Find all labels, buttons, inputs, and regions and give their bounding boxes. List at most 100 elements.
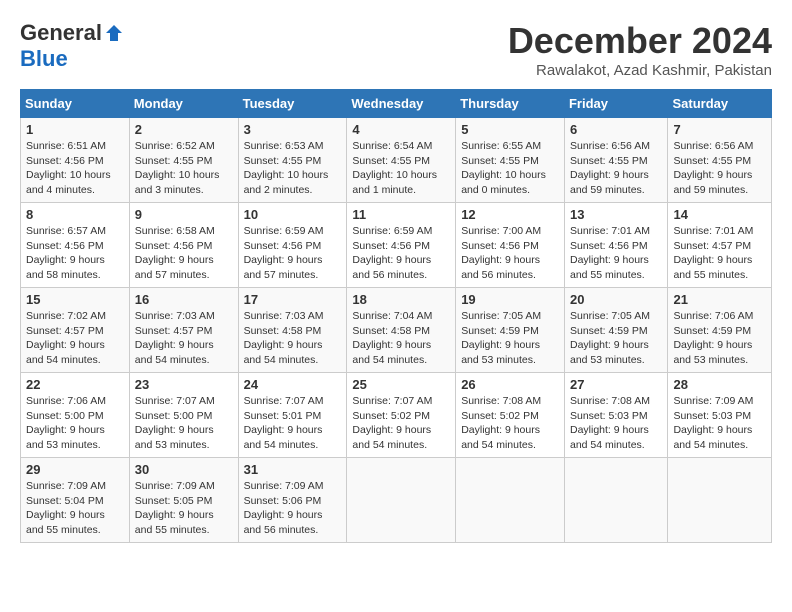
calendar-cell: 12 Sunrise: 7:00 AMSunset: 4:56 PMDayligh…: [456, 203, 565, 288]
day-info: Sunrise: 7:07 AMSunset: 5:02 PMDaylight:…: [352, 394, 450, 453]
calendar-cell: 15Sunrise: 7:02 AMSunset: 4:57 PMDayligh…: [21, 288, 130, 373]
day-number: 21: [673, 292, 766, 307]
calendar-cell: 13 Sunrise: 7:01 AMSunset: 4:56 PMDayligh…: [564, 203, 667, 288]
calendar-cell: 10Sunrise: 6:59 AMSunset: 4:56 PMDayligh…: [238, 203, 347, 288]
logo: General Blue: [20, 20, 124, 72]
calendar-cell: 25 Sunrise: 7:07 AMSunset: 5:02 PMDayligh…: [347, 373, 456, 458]
day-info: Sunrise: 6:57 AMSunset: 4:56 PMDaylight:…: [26, 224, 124, 283]
day-info: Sunrise: 6:53 AMSunset: 4:55 PMDaylight:…: [244, 139, 342, 198]
day-number: 7: [673, 122, 766, 137]
calendar-cell: 9 Sunrise: 6:58 AMSunset: 4:56 PMDaylight…: [129, 203, 238, 288]
calendar-cell: [668, 458, 772, 543]
calendar-week-row: 22 Sunrise: 7:06 AMSunset: 5:00 PMDayligh…: [21, 373, 772, 458]
day-number: 1: [26, 122, 124, 137]
calendar-table: SundayMondayTuesdayWednesdayThursdayFrid…: [20, 89, 772, 543]
calendar-cell: 24 Sunrise: 7:07 AMSunset: 5:01 PMDayligh…: [238, 373, 347, 458]
title-block: December 2024 Rawalakot, Azad Kashmir, P…: [508, 20, 772, 79]
calendar-cell: 29 Sunrise: 7:09 AMSunset: 5:04 PMDayligh…: [21, 458, 130, 543]
day-number: 22: [26, 377, 124, 392]
weekday-header: Saturday: [668, 90, 772, 118]
day-number: 28: [673, 377, 766, 392]
day-info: Sunrise: 7:06 AMSunset: 4:59 PMDaylight:…: [673, 309, 766, 368]
calendar-week-row: 29 Sunrise: 7:09 AMSunset: 5:04 PMDayligh…: [21, 458, 772, 543]
day-info: Sunrise: 7:09 AMSunset: 5:06 PMDaylight:…: [244, 479, 342, 538]
day-number: 2: [135, 122, 233, 137]
page-header: General Blue December 2024 Rawalakot, Az…: [20, 20, 772, 79]
day-info: Sunrise: 6:55 AMSunset: 4:55 PMDaylight:…: [461, 139, 559, 198]
day-number: 8: [26, 207, 124, 222]
day-info: Sunrise: 7:08 AMSunset: 5:02 PMDaylight:…: [461, 394, 559, 453]
day-info: Sunrise: 7:04 AMSunset: 4:58 PMDaylight:…: [352, 309, 450, 368]
day-number: 17: [244, 292, 342, 307]
day-number: 18: [352, 292, 450, 307]
day-info: Sunrise: 6:56 AMSunset: 4:55 PMDaylight:…: [570, 139, 662, 198]
logo-blue: Blue: [20, 46, 68, 72]
day-info: Sunrise: 6:51 AMSunset: 4:56 PMDaylight:…: [26, 139, 124, 198]
weekday-header: Friday: [564, 90, 667, 118]
calendar-cell: 17Sunrise: 7:03 AMSunset: 4:58 PMDayligh…: [238, 288, 347, 373]
calendar-cell: 31 Sunrise: 7:09 AMSunset: 5:06 PMDayligh…: [238, 458, 347, 543]
calendar-cell: [347, 458, 456, 543]
calendar-cell: [564, 458, 667, 543]
calendar-cell: 7Sunrise: 6:56 AMSunset: 4:55 PMDaylight…: [668, 118, 772, 203]
day-info: Sunrise: 7:01 AMSunset: 4:56 PMDaylight:…: [570, 224, 662, 283]
day-number: 23: [135, 377, 233, 392]
day-number: 11: [352, 207, 450, 222]
calendar-cell: 28 Sunrise: 7:09 AMSunset: 5:03 PMDayligh…: [668, 373, 772, 458]
day-number: 13: [570, 207, 662, 222]
day-number: 6: [570, 122, 662, 137]
day-number: 26: [461, 377, 559, 392]
day-number: 24: [244, 377, 342, 392]
calendar-cell: 6 Sunrise: 6:56 AMSunset: 4:55 PMDaylight…: [564, 118, 667, 203]
calendar-cell: 26 Sunrise: 7:08 AMSunset: 5:02 PMDayligh…: [456, 373, 565, 458]
day-number: 29: [26, 462, 124, 477]
day-info: Sunrise: 7:09 AMSunset: 5:03 PMDaylight:…: [673, 394, 766, 453]
location: Rawalakot, Azad Kashmir, Pakistan: [508, 62, 772, 79]
day-info: Sunrise: 7:08 AMSunset: 5:03 PMDaylight:…: [570, 394, 662, 453]
header-row: SundayMondayTuesdayWednesdayThursdayFrid…: [21, 90, 772, 118]
day-info: Sunrise: 7:03 AMSunset: 4:57 PMDaylight:…: [135, 309, 233, 368]
day-number: 27: [570, 377, 662, 392]
day-info: Sunrise: 7:01 AMSunset: 4:57 PMDaylight:…: [673, 224, 766, 283]
day-number: 14: [673, 207, 766, 222]
calendar-cell: 8 Sunrise: 6:57 AMSunset: 4:56 PMDaylight…: [21, 203, 130, 288]
day-info: Sunrise: 7:07 AMSunset: 5:01 PMDaylight:…: [244, 394, 342, 453]
day-number: 3: [244, 122, 342, 137]
weekday-header: Thursday: [456, 90, 565, 118]
weekday-header: Sunday: [21, 90, 130, 118]
day-info: Sunrise: 6:58 AMSunset: 4:56 PMDaylight:…: [135, 224, 233, 283]
weekday-header: Wednesday: [347, 90, 456, 118]
day-info: Sunrise: 7:05 AMSunset: 4:59 PMDaylight:…: [570, 309, 662, 368]
logo-general: General: [20, 20, 102, 46]
calendar-week-row: 8 Sunrise: 6:57 AMSunset: 4:56 PMDaylight…: [21, 203, 772, 288]
day-number: 9: [135, 207, 233, 222]
day-number: 30: [135, 462, 233, 477]
day-info: Sunrise: 7:05 AMSunset: 4:59 PMDaylight:…: [461, 309, 559, 368]
day-info: Sunrise: 6:52 AMSunset: 4:55 PMDaylight:…: [135, 139, 233, 198]
day-info: Sunrise: 7:06 AMSunset: 5:00 PMDaylight:…: [26, 394, 124, 453]
day-info: Sunrise: 7:00 AMSunset: 4:56 PMDaylight:…: [461, 224, 559, 283]
calendar-cell: 23 Sunrise: 7:07 AMSunset: 5:00 PMDayligh…: [129, 373, 238, 458]
calendar-cell: 5 Sunrise: 6:55 AMSunset: 4:55 PMDaylight…: [456, 118, 565, 203]
day-info: Sunrise: 6:59 AMSunset: 4:56 PMDaylight:…: [244, 224, 342, 283]
calendar-cell: 27 Sunrise: 7:08 AMSunset: 5:03 PMDayligh…: [564, 373, 667, 458]
calendar-cell: 4 Sunrise: 6:54 AMSunset: 4:55 PMDaylight…: [347, 118, 456, 203]
calendar-cell: 2 Sunrise: 6:52 AMSunset: 4:55 PMDaylight…: [129, 118, 238, 203]
calendar-cell: 3 Sunrise: 6:53 AMSunset: 4:55 PMDaylight…: [238, 118, 347, 203]
day-number: 20: [570, 292, 662, 307]
day-number: 25: [352, 377, 450, 392]
calendar-cell: 21 Sunrise: 7:06 AMSunset: 4:59 PMDayligh…: [668, 288, 772, 373]
day-number: 19: [461, 292, 559, 307]
day-number: 12: [461, 207, 559, 222]
calendar-week-row: 1 Sunrise: 6:51 AMSunset: 4:56 PMDaylight…: [21, 118, 772, 203]
day-info: Sunrise: 6:59 AMSunset: 4:56 PMDaylight:…: [352, 224, 450, 283]
day-number: 16: [135, 292, 233, 307]
day-info: Sunrise: 7:07 AMSunset: 5:00 PMDaylight:…: [135, 394, 233, 453]
day-number: 4: [352, 122, 450, 137]
day-info: Sunrise: 7:09 AMSunset: 5:04 PMDaylight:…: [26, 479, 124, 538]
calendar-cell: 11 Sunrise: 6:59 AMSunset: 4:56 PMDayligh…: [347, 203, 456, 288]
day-info: Sunrise: 6:54 AMSunset: 4:55 PMDaylight:…: [352, 139, 450, 198]
weekday-header: Monday: [129, 90, 238, 118]
day-number: 5: [461, 122, 559, 137]
day-number: 31: [244, 462, 342, 477]
